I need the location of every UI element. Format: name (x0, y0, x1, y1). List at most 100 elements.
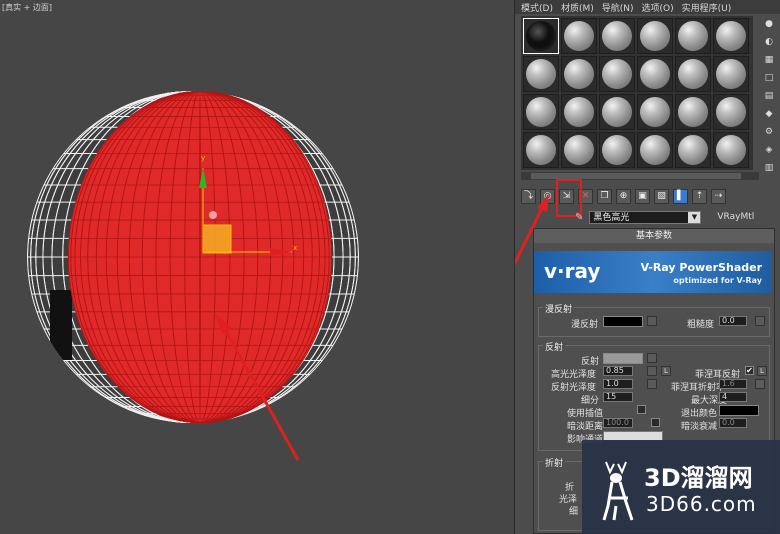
viewport[interactable]: [真实 + 边面] y x (0, 0, 514, 534)
fresnel-ior-field[interactable]: 1.6 (719, 379, 747, 389)
axis-y-label: y (201, 154, 205, 162)
sample-slot[interactable] (599, 56, 635, 92)
show-map-icon[interactable]: ▧ (654, 188, 669, 204)
sample-slot[interactable] (523, 56, 559, 92)
use-interp-label: 使用插值 (567, 409, 604, 419)
fresnel-checkbox[interactable]: ✔ (745, 366, 754, 375)
menu-item-utilities[interactable]: 实用程序(U) (682, 1, 732, 14)
sample-slots-grid (521, 16, 753, 170)
sample-sphere (526, 135, 556, 165)
roughness-map-button[interactable] (755, 316, 765, 326)
reflect-map-button[interactable] (647, 353, 657, 363)
show-result-icon[interactable]: ▌ (673, 188, 688, 204)
menu-item-options[interactable]: 选项(O) (642, 1, 674, 14)
material-map-navigator-icon[interactable]: ▥ (763, 162, 775, 174)
watermark-brand: 3D溜溜网 (644, 464, 753, 492)
sample-sphere (640, 59, 670, 89)
sample-slot[interactable] (637, 56, 673, 92)
sample-slot[interactable] (675, 56, 711, 92)
sample-slot[interactable] (599, 18, 635, 54)
sample-sphere (564, 97, 594, 127)
watermark: 3D溜溜网 3D66.com (582, 440, 780, 534)
sample-slot[interactable] (523, 94, 559, 130)
vray-subtitle: optimized for V-Ray (673, 276, 762, 285)
sample-slot[interactable] (561, 94, 597, 130)
sample-sphere (640, 135, 670, 165)
sample-sphere (602, 59, 632, 89)
hilight-lock-button[interactable]: L (661, 366, 671, 376)
diffuse-map-button[interactable] (647, 316, 657, 326)
select-by-material-icon[interactable]: ◈ (763, 144, 775, 156)
menu-bar: 模式(D) 材质(M) 导航(N) 选项(O) 实用程序(U) (515, 0, 780, 14)
video-color-check-icon[interactable]: ▤ (763, 90, 775, 102)
sample-slot[interactable] (713, 94, 749, 130)
sample-slot[interactable] (599, 132, 635, 168)
fresnel-lock-button[interactable]: L (757, 366, 767, 376)
vray-banner: v·ray V-Ray PowerShader optimized for V-… (534, 251, 772, 293)
backlight-icon[interactable]: ◐ (763, 36, 775, 48)
use-interp-checkbox[interactable] (637, 405, 646, 414)
dim-falloff-field[interactable]: 0.0 (719, 418, 747, 428)
sample-slot[interactable] (637, 18, 673, 54)
menu-item-navigation[interactable]: 导航(N) (602, 1, 634, 14)
sample-sphere (564, 135, 594, 165)
rollout-header[interactable]: 基本参数 (534, 229, 774, 243)
sample-slot[interactable] (675, 94, 711, 130)
hilight-gloss-field[interactable]: 0.85 (603, 366, 633, 376)
uv-tiling-icon[interactable]: □ (763, 72, 775, 84)
material-effects-icon[interactable]: ▣ (635, 188, 650, 204)
sample-slot[interactable] (675, 18, 711, 54)
sample-slot[interactable] (523, 132, 559, 168)
sample-slot[interactable] (675, 132, 711, 168)
sample-slot[interactable] (713, 18, 749, 54)
hilight-gloss-map-button[interactable] (647, 366, 657, 376)
sample-slot[interactable] (561, 56, 597, 92)
subdivs-field[interactable]: 15 (603, 392, 633, 402)
go-parent-icon[interactable]: ⇡ (692, 188, 707, 204)
copy-icon[interactable]: ❐ (597, 188, 612, 204)
sample-slot[interactable] (637, 94, 673, 130)
menu-item-material[interactable]: 材质(M) (561, 1, 594, 14)
make-preview-icon[interactable]: ◆ (763, 108, 775, 120)
sample-sphere (602, 135, 632, 165)
refl-gloss-field[interactable]: 1.0 (603, 379, 633, 389)
exit-color-swatch[interactable] (719, 405, 759, 416)
sample-type-icon[interactable]: ● (763, 18, 775, 30)
fresnel-ior-label: 菲涅耳折射率 (671, 383, 726, 393)
sample-slot[interactable] (713, 56, 749, 92)
sample-sphere (678, 97, 708, 127)
deer-logo-icon (602, 461, 634, 521)
diffuse-color-swatch[interactable] (603, 316, 643, 327)
refl-gloss-map-button[interactable] (647, 379, 657, 389)
material-type-button[interactable]: VRayMtl (717, 212, 754, 222)
reflect-color-swatch[interactable] (603, 353, 643, 364)
sample-slot[interactable] (599, 94, 635, 130)
max-depth-field[interactable]: 4 (719, 392, 747, 402)
chevron-down-icon[interactable]: ▼ (688, 211, 701, 223)
go-sibling-icon[interactable]: ⇢ (711, 188, 726, 204)
unique-icon[interactable]: ⊕ (616, 188, 631, 204)
dim-dist-checkbox[interactable] (651, 418, 660, 427)
sample-slot[interactable] (713, 132, 749, 168)
sample-slot[interactable] (637, 132, 673, 168)
sample-sphere (564, 21, 594, 51)
roughness-field[interactable]: 0.0 (719, 316, 747, 326)
options-icon[interactable]: ⚙ (763, 126, 775, 138)
eyedropper-icon[interactable]: ✎ (575, 212, 583, 223)
sample-sphere (678, 59, 708, 89)
sample-sphere (602, 21, 632, 51)
diffuse-group: 漫反射 漫反射 粗糙度 0.0 (538, 302, 770, 337)
sample-slot[interactable] (523, 18, 559, 54)
fresnel-ior-map-button[interactable] (755, 379, 765, 389)
sample-slot[interactable] (561, 18, 597, 54)
material-name-field[interactable]: 黑色高光 ▼ (589, 210, 702, 224)
material-name-text: 黑色高光 (593, 212, 630, 223)
sample-slot[interactable] (561, 132, 597, 168)
background-icon[interactable]: ▦ (763, 54, 775, 66)
sample-sphere (716, 21, 746, 51)
refraction-section-title: 折射 (543, 456, 566, 469)
menu-item-mode[interactable]: 模式(D) (521, 1, 553, 14)
subdivs-label: 细分 (581, 396, 600, 406)
sample-sphere (716, 135, 746, 165)
dim-dist-field[interactable]: 100.0 (603, 418, 633, 428)
